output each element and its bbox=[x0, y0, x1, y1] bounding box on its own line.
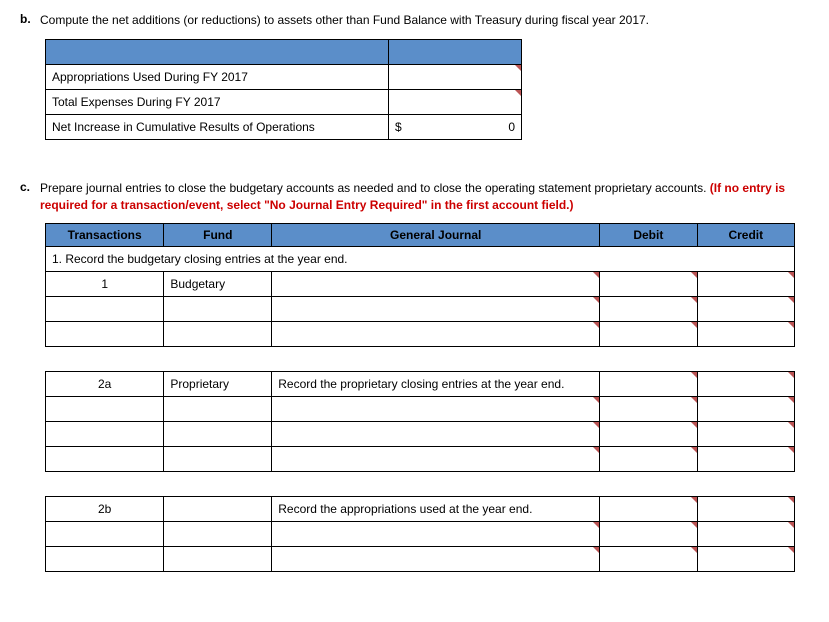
row-total-expenses-label: Total Expenses During FY 2017 bbox=[46, 89, 389, 114]
row-appropriations-used-label: Appropriations Used During FY 2017 bbox=[46, 64, 389, 89]
row2b3-trans bbox=[46, 547, 164, 572]
row-net-increase-label: Net Increase in Cumulative Results of Op… bbox=[46, 114, 389, 139]
row1b-debit[interactable] bbox=[600, 297, 697, 322]
row2a-trans: 2a bbox=[46, 372, 164, 397]
journal-table: Transactions Fund General Journal Debit … bbox=[45, 223, 795, 572]
row2b-debit[interactable] bbox=[600, 497, 697, 522]
row1-fund: Budgetary bbox=[164, 272, 272, 297]
row2a2-credit[interactable] bbox=[697, 397, 794, 422]
row2a2-gj[interactable] bbox=[272, 397, 600, 422]
row2b2-trans bbox=[46, 522, 164, 547]
row2b3-gj[interactable] bbox=[272, 547, 600, 572]
row1-trans: 1 bbox=[46, 272, 164, 297]
table-b-header-value bbox=[389, 39, 522, 64]
row2a3-gj[interactable] bbox=[272, 422, 600, 447]
row1-credit[interactable] bbox=[697, 272, 794, 297]
spacer-1 bbox=[46, 347, 164, 372]
header-transactions: Transactions bbox=[46, 224, 164, 247]
row2a4-trans bbox=[46, 447, 164, 472]
row2b2-debit[interactable] bbox=[600, 522, 697, 547]
row2a-debit[interactable] bbox=[600, 372, 697, 397]
instruction-1: 1. Record the budgetary closing entries … bbox=[46, 247, 795, 272]
row2a3-credit[interactable] bbox=[697, 422, 794, 447]
row2a-gj: Record the proprietary closing entries a… bbox=[272, 372, 600, 397]
table-b: Appropriations Used During FY 2017 Total… bbox=[45, 39, 522, 140]
header-debit: Debit bbox=[600, 224, 697, 247]
header-general-journal: General Journal bbox=[272, 224, 600, 247]
row-total-expenses-value[interactable] bbox=[389, 89, 522, 114]
section-c-text: Prepare journal entries to close the bud… bbox=[40, 180, 809, 214]
row1c-debit[interactable] bbox=[600, 322, 697, 347]
row2b-trans: 2b bbox=[46, 497, 164, 522]
row1c-credit[interactable] bbox=[697, 322, 794, 347]
table-b-header-label bbox=[46, 39, 389, 64]
row2b2-credit[interactable] bbox=[697, 522, 794, 547]
row-appropriations-used-value[interactable] bbox=[389, 64, 522, 89]
row2b-fund bbox=[164, 497, 272, 522]
row1c-trans bbox=[46, 322, 164, 347]
row2a4-fund bbox=[164, 447, 272, 472]
row1-debit[interactable] bbox=[600, 272, 697, 297]
row2b-credit[interactable] bbox=[697, 497, 794, 522]
section-c-label: c. bbox=[20, 180, 40, 214]
section-b-label: b. bbox=[20, 12, 40, 29]
row2a-fund: Proprietary bbox=[164, 372, 272, 397]
row2a2-fund bbox=[164, 397, 272, 422]
row1c-gj[interactable] bbox=[272, 322, 600, 347]
header-fund: Fund bbox=[164, 224, 272, 247]
row2b-gj: Record the appropriations used at the ye… bbox=[272, 497, 600, 522]
row1b-credit[interactable] bbox=[697, 297, 794, 322]
row1-gj[interactable] bbox=[272, 272, 600, 297]
row2a4-gj[interactable] bbox=[272, 447, 600, 472]
row1b-fund bbox=[164, 297, 272, 322]
row2a3-fund bbox=[164, 422, 272, 447]
row2b2-fund bbox=[164, 522, 272, 547]
row2a4-debit[interactable] bbox=[600, 447, 697, 472]
row-net-increase-value: $ 0 bbox=[389, 114, 522, 139]
row2b3-credit[interactable] bbox=[697, 547, 794, 572]
row2a4-credit[interactable] bbox=[697, 447, 794, 472]
row1b-trans bbox=[46, 297, 164, 322]
row2b3-debit[interactable] bbox=[600, 547, 697, 572]
header-credit: Credit bbox=[697, 224, 794, 247]
row2a2-debit[interactable] bbox=[600, 397, 697, 422]
row2a3-debit[interactable] bbox=[600, 422, 697, 447]
row2b2-gj[interactable] bbox=[272, 522, 600, 547]
section-b-text: Compute the net additions (or reductions… bbox=[40, 12, 649, 29]
row2a2-trans bbox=[46, 397, 164, 422]
row2a-credit[interactable] bbox=[697, 372, 794, 397]
row2a3-trans bbox=[46, 422, 164, 447]
row1c-fund bbox=[164, 322, 272, 347]
row1b-gj[interactable] bbox=[272, 297, 600, 322]
row2b3-fund bbox=[164, 547, 272, 572]
spacer-2 bbox=[46, 472, 164, 497]
